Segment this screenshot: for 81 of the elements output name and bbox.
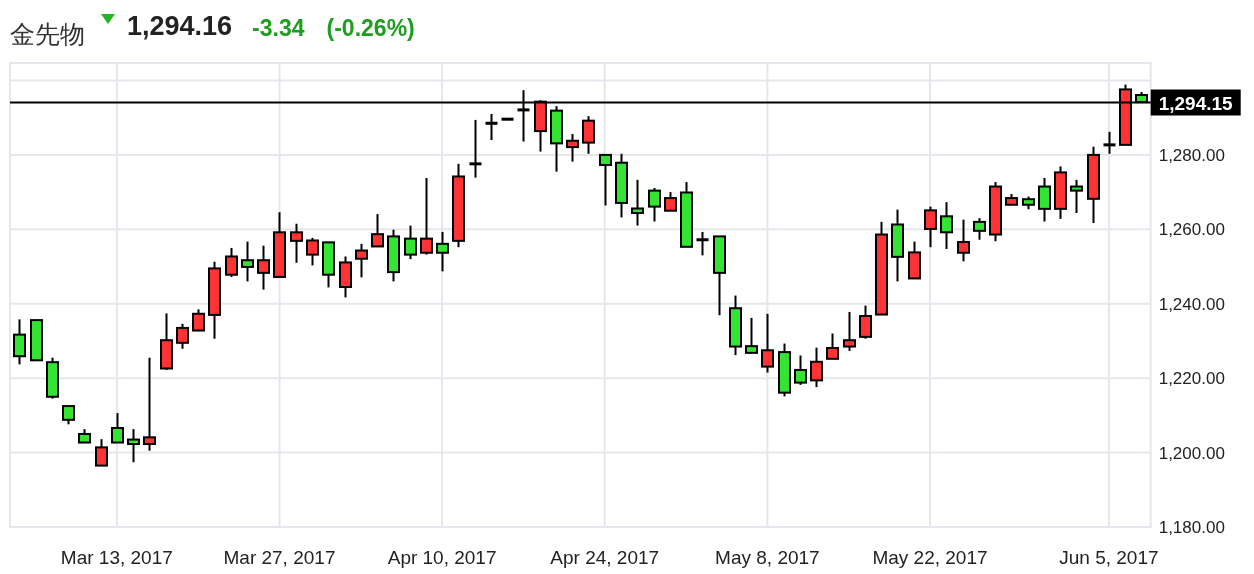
candlestick — [339, 255, 352, 299]
candlestick — [1022, 195, 1035, 211]
candlestick — [1005, 193, 1018, 206]
candlestick — [859, 304, 872, 340]
price-change: -3.34 — [252, 15, 305, 42]
candlestick — [761, 312, 774, 374]
axis-label: 1,200.00 — [1158, 443, 1225, 463]
price-tag: 1,294.15 — [1150, 89, 1241, 116]
candlestick — [778, 342, 791, 398]
candlestick — [534, 99, 547, 153]
candlestick — [176, 322, 189, 350]
last-price: 1,294.16 — [127, 11, 233, 42]
candlestick — [322, 241, 335, 289]
candlestick — [62, 405, 75, 426]
axis-label: Jun 5, 2017 — [1059, 547, 1159, 568]
candlestick — [940, 201, 953, 251]
candlestick — [371, 213, 384, 248]
axis-label: Mar 27, 2017 — [223, 547, 336, 568]
candlestick — [501, 117, 514, 121]
candlestick — [566, 133, 579, 163]
axis-label: May 8, 2017 — [715, 547, 820, 568]
candlestick — [908, 240, 921, 280]
candlestick — [664, 191, 677, 212]
candlestick — [273, 211, 286, 278]
axis-label: May 22, 2017 — [872, 547, 988, 568]
candlestick — [957, 218, 970, 263]
candlestick — [46, 356, 59, 400]
candlestick — [1135, 91, 1148, 104]
candlestick — [696, 230, 709, 257]
axis-label: 1,280.00 — [1158, 145, 1225, 165]
candlestick — [160, 312, 173, 371]
candlestick — [582, 115, 595, 155]
axis-label: Apr 24, 2017 — [550, 547, 660, 568]
candlestick — [810, 346, 823, 389]
candlestick — [599, 153, 612, 207]
candlestick — [631, 178, 644, 227]
candlestick — [95, 438, 108, 467]
candlestick — [1119, 83, 1132, 146]
candlestick — [436, 230, 449, 273]
candlestick — [1054, 165, 1067, 220]
candlestick — [1038, 177, 1051, 223]
axis-label: Apr 10, 2017 — [387, 547, 497, 568]
candlestick — [989, 181, 1002, 243]
candlestick — [924, 205, 937, 249]
candlestick — [192, 308, 205, 332]
candlestick — [794, 354, 807, 386]
axis-label: 1,260.00 — [1158, 220, 1225, 240]
candlestick — [517, 89, 530, 143]
candlestick — [745, 316, 758, 354]
candlestick — [1070, 178, 1083, 214]
candlestick — [843, 310, 856, 352]
candlestick — [404, 224, 417, 261]
candlestick — [127, 428, 140, 464]
percent-change: (-0.26%) — [326, 15, 415, 42]
candlestick — [257, 244, 270, 291]
candlestick — [485, 113, 498, 141]
candlestick — [729, 294, 742, 357]
candlestick — [648, 187, 661, 223]
axis-label: 1,180.00 — [1158, 518, 1225, 537]
ref-line-label: 1,294.15 — [1158, 92, 1234, 114]
candlestick — [826, 332, 839, 360]
candlestick — [550, 105, 563, 173]
candlestick — [387, 228, 400, 283]
axis-label: 1,240.00 — [1158, 294, 1225, 314]
axis-label: 1,220.00 — [1158, 369, 1225, 389]
candlestick — [973, 217, 986, 241]
candlestick — [241, 240, 254, 283]
instrument-name: 金先物 — [10, 19, 85, 51]
candlestick — [680, 181, 693, 248]
candlestick — [30, 319, 43, 362]
candlestick — [78, 428, 91, 444]
candlestick — [225, 246, 238, 278]
candlestick — [355, 242, 368, 279]
candlestick — [111, 412, 124, 444]
candlestick — [1103, 130, 1116, 155]
candlestick — [13, 318, 26, 366]
candlestick — [615, 152, 628, 219]
candlestick — [469, 118, 482, 179]
candlestick — [306, 236, 319, 267]
candlestick — [290, 222, 303, 264]
axis-label: Mar 13, 2017 — [60, 547, 173, 568]
